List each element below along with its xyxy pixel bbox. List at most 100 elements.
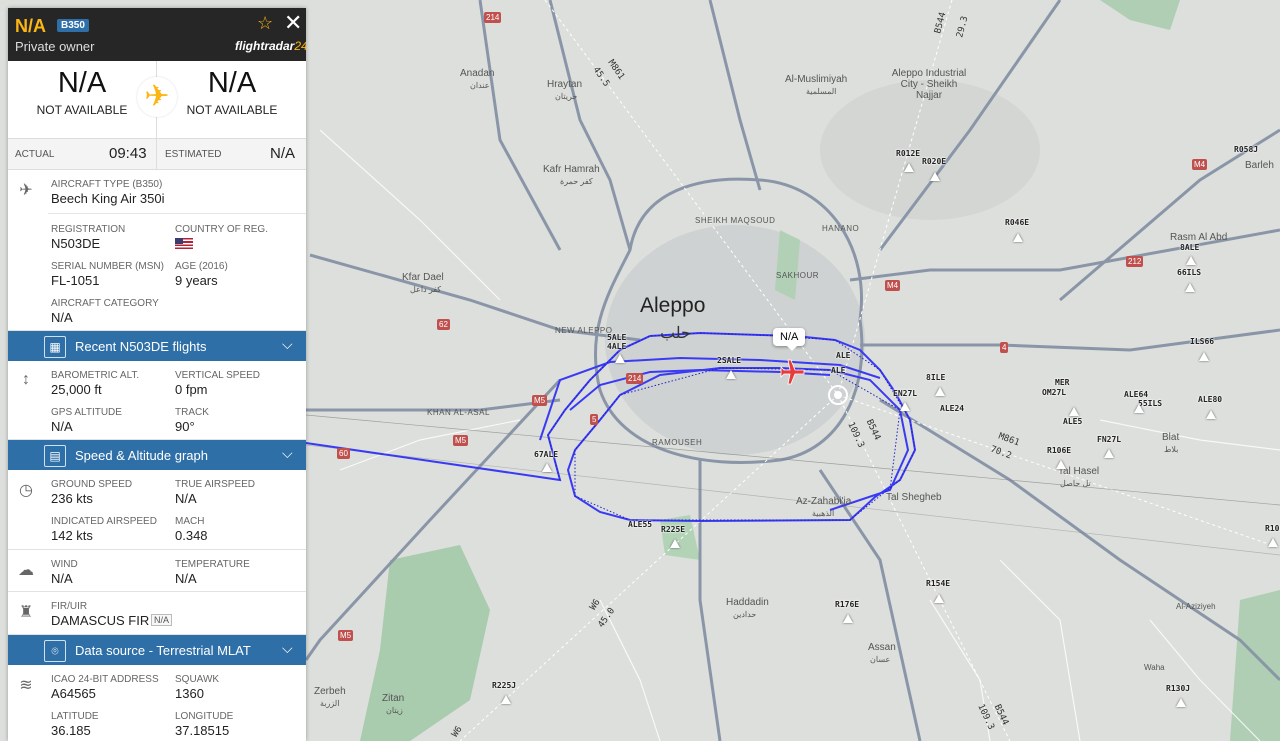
icao-address-value: A64565 [51, 686, 96, 701]
speedometer-icon: ◷ [19, 482, 33, 499]
waypoint-label: 8ALE [1180, 243, 1200, 252]
waypoint-label: R176E [835, 600, 860, 609]
waypoint-label: ALE [831, 366, 846, 375]
waypoint-marker[interactable] [1268, 538, 1278, 547]
district-label: NEW ALEPPO [555, 326, 613, 335]
chevron-down-icon: ⌵ [282, 445, 293, 461]
fir-tag: N/A [151, 614, 173, 626]
data-source-bar[interactable]: ⌾ Data source - Terrestrial MLAT ⌵ [8, 635, 306, 665]
place-label: Zerbeh [314, 686, 346, 697]
aircraft-type-label: AIRCRAFT TYPE (B350) [51, 179, 163, 190]
altitude-section: ↕ BAROMETRIC ALT. 25,000 ft VERTICAL SPE… [8, 361, 306, 440]
waypoint-label: R130J [1166, 684, 1191, 693]
data-source-label: Data source - Terrestrial MLAT [75, 643, 251, 658]
estimated-label: ESTIMATED [165, 149, 222, 160]
airplane-icon: ✈ [19, 182, 33, 199]
indicated-airspeed-value: 142 kts [51, 528, 93, 543]
place-label: Anadan [460, 68, 495, 79]
close-icon[interactable]: ✕ [284, 10, 302, 36]
origin-label: NOT AVAILABLE [36, 103, 128, 117]
aircraft-type-value: Beech King Air 350i [51, 191, 165, 206]
age-value: 9 years [175, 273, 218, 288]
temperature-value: N/A [175, 571, 197, 586]
waypoint-label: ALE64 [1124, 390, 1149, 399]
waypoint-marker[interactable] [1186, 256, 1196, 265]
waypoint-label: 2SALE [717, 356, 742, 365]
waypoint-marker[interactable] [670, 539, 680, 548]
registration-value[interactable]: N503DE [51, 236, 100, 251]
place-label: Al-Aziziyeh [1176, 602, 1216, 611]
waypoint-marker[interactable] [1206, 410, 1216, 419]
star-icon[interactable]: ☆ [257, 13, 273, 34]
waypoint-marker[interactable] [1104, 449, 1114, 458]
waypoint-label: 66ILS [1177, 268, 1202, 277]
road-number: 212 [1126, 256, 1144, 267]
flight-callout[interactable]: N/A [773, 328, 806, 351]
recent-flights-bar[interactable]: ▦ Recent N503DE flights ⌵ [8, 331, 306, 361]
recent-flights-label: Recent N503DE flights [75, 339, 207, 354]
actual-time: 09:43 [109, 145, 147, 162]
fir-value: DAMASCUS FIR [51, 613, 150, 628]
graph-icon: ▤ [44, 445, 66, 467]
waypoint-marker[interactable] [1134, 404, 1144, 413]
road-number: M5 [338, 630, 354, 641]
waypoint-marker[interactable] [1199, 352, 1209, 361]
road-number: 60 [337, 448, 350, 459]
place-label-ar: الذهبية [812, 509, 835, 518]
latitude-label: LATITUDE [51, 711, 99, 722]
country-label: COUNTRY OF REG. [175, 224, 268, 235]
city-label-arabic: حلب [660, 325, 691, 342]
waypoint-marker[interactable] [934, 594, 944, 603]
waypoint-label: R225J [492, 681, 517, 690]
waypoint-marker[interactable] [615, 354, 625, 363]
waypoint-label: 8ILE [926, 373, 946, 382]
place-label: Al-Muslimiyah [785, 74, 848, 85]
aircraft-type-badge: B350 [57, 19, 89, 32]
waypoint-label: 67ALE [534, 450, 559, 459]
origin-code[interactable]: N/A [8, 67, 156, 100]
waypoint-marker[interactable] [1056, 460, 1066, 469]
waypoint-marker[interactable] [542, 463, 552, 472]
calendar-icon: ▦ [44, 336, 66, 358]
transponder-section: ≋ ICAO 24-BIT ADDRESS A64565 SQUAWK 1360… [8, 665, 306, 741]
waypoint-label: ILS66 [1190, 337, 1215, 346]
place-label-ar: كفر داعل [410, 285, 442, 294]
place-label-ar: عندان [470, 81, 490, 90]
road-number: M4 [1192, 159, 1208, 170]
waypoint-marker[interactable] [1013, 233, 1023, 242]
waypoint-marker[interactable] [900, 402, 910, 411]
waypoint-label: 4ALE [607, 342, 627, 351]
brand-name: flightradar [235, 39, 295, 53]
waypoint-marker[interactable] [1069, 407, 1079, 416]
destination-code[interactable]: N/A [158, 67, 306, 100]
waypoint-label: R020E [922, 157, 947, 166]
weather-section: ☁ WIND N/A TEMPERATURE N/A [8, 550, 306, 592]
times-row: ACTUAL 09:43 ESTIMATED N/A [8, 139, 306, 170]
ground-speed-value: 236 kts [51, 491, 93, 506]
place-label: Assan [868, 642, 896, 653]
waypoint-label: R106E [1047, 446, 1072, 455]
fir-section: ♜ FIR/UIR DAMASCUS FIR N/A [8, 592, 306, 635]
longitude-value: 37.18515 [175, 723, 230, 738]
road-number: 5 [590, 414, 599, 425]
us-flag-icon [175, 238, 193, 249]
waypoint-marker[interactable] [1176, 698, 1186, 707]
place-label: Tal Shegheb [886, 492, 942, 503]
brand-suffix: 24 [294, 39, 306, 53]
waypoint-marker[interactable] [501, 695, 511, 704]
waypoint-label: ALE80 [1198, 395, 1223, 404]
waypoint-marker[interactable] [843, 614, 853, 623]
waypoint-marker[interactable] [904, 163, 914, 172]
speed-altitude-graph-bar[interactable]: ▤ Speed & Altitude graph ⌵ [8, 440, 306, 470]
wind-label: WIND [51, 559, 78, 570]
place-label-ar: زيتان [386, 706, 403, 715]
vertical-speed-value: 0 fpm [175, 382, 208, 397]
waypoint-marker[interactable] [930, 172, 940, 181]
waypoint-marker[interactable] [726, 370, 736, 379]
waypoint-marker[interactable] [1185, 283, 1195, 292]
mach-value: 0.348 [175, 528, 208, 543]
waypoint-marker[interactable] [935, 387, 945, 396]
callsign: N/A [15, 16, 46, 36]
district-label: HANANO [822, 224, 860, 233]
place-label: Zitan [382, 693, 405, 704]
